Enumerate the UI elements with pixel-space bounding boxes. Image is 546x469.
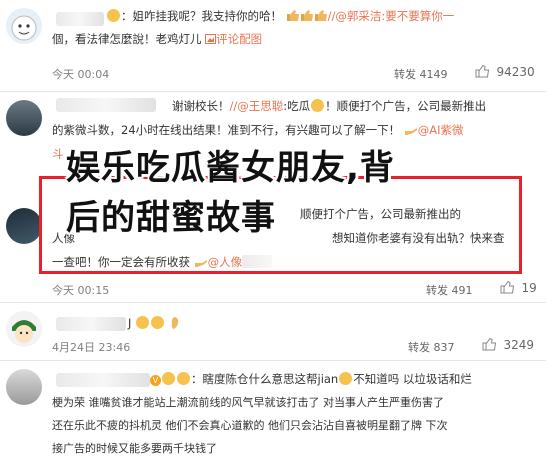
like-count: 94230 — [496, 65, 535, 79]
image-icon — [205, 34, 217, 44]
like-icon — [475, 64, 490, 78]
verified-badge-icon: V — [150, 375, 161, 386]
like-button[interactable]: 19 — [500, 280, 537, 295]
mention-link[interactable]: @AI紫微 — [418, 123, 464, 137]
thumbs-up-emoji-icon — [314, 8, 328, 21]
avatar-cartoon-icon — [11, 15, 37, 41]
ear-emoji-icon — [171, 317, 178, 329]
username-blurred[interactable] — [56, 98, 156, 112]
like-button[interactable]: 94230 — [475, 64, 535, 79]
comment-text-line-4: 接广告的时候又能多要两千块钱了 — [52, 442, 217, 455]
like-count: 3249 — [503, 338, 535, 352]
emoji-icon — [136, 316, 150, 329]
avatar[interactable] — [6, 208, 42, 244]
timestamp: 今天 00:04 — [52, 68, 110, 81]
comment-text-line-1: V ：瞎度陈仓什么意思这帮jian 不知道吗 以垃圾话和烂 — [150, 369, 472, 390]
thumbs-up-emoji-icon — [300, 8, 314, 21]
timestamp: 4月24日 23:46 — [52, 341, 131, 354]
image-attachment-link[interactable]: 评论配图 — [205, 32, 262, 46]
emoji-icon — [177, 372, 190, 385]
timestamp: 今天 00:15 — [52, 284, 110, 297]
username-blurred[interactable] — [56, 12, 104, 26]
repost-count[interactable]: 转发 491 — [426, 282, 473, 298]
comment-text-line-2: 個，看法律怎麼說！老鸡灯儿 评论配图 — [52, 32, 263, 46]
comment-text-line-3: 还在乐此不疲的抖机灵 他们不会真心道歉的 他们只会沾沾自喜被明星翻了牌 下次 — [52, 419, 448, 432]
emoji-icon — [311, 99, 325, 112]
avatar[interactable] — [6, 100, 42, 136]
comment-text-line-2: 的紫微斗数，24小时在线出结果！准到不行，有兴趣可以了解一下！ @AI紫微 — [52, 122, 464, 137]
comment-text-line-2: 梗为荣 谁嘴贫谁才能站上潮流前线的风气早就该打击了 对当事人产生严重伤害了 — [52, 396, 444, 409]
username-blurred[interactable] — [56, 373, 150, 387]
mention-link[interactable]: //@王思聪 — [230, 99, 284, 113]
comment-5: V ：瞎度陈仓什么意思这帮jian 不知道吗 以垃圾话和烂 梗为荣 谁嘴贫谁才能站上… — [0, 361, 546, 469]
username-blurred[interactable] — [56, 317, 126, 331]
comment-1: ：姐咋挂我呢？我支持你的哈！ //@郭采洁:要不要算你一 個，看法律怎麼說！老鸡… — [0, 0, 546, 92]
avatar-cartoon-icon — [12, 320, 36, 343]
repost-count[interactable]: 转发 4149 — [394, 66, 448, 82]
emoji-icon — [162, 372, 175, 385]
comment-text-line-1: ：姐咋挂我呢？我支持你的哈！ //@郭采洁:要不要算你一 — [106, 6, 546, 27]
avatar[interactable] — [6, 8, 42, 44]
pointing-hand-emoji-icon — [404, 122, 418, 135]
comment-4: J 4月24日 23:46 转发 837 3249 — [0, 303, 546, 360]
emoji-icon — [339, 372, 353, 385]
like-button[interactable]: 3249 — [482, 337, 534, 352]
comment-text-line-1: 谢谢校长！//@王思聪:吃瓜 ！顺便打个广告，公司最新推出 — [172, 99, 487, 113]
repost-count[interactable]: 转发 837 — [408, 339, 455, 355]
comment-text-line-3: 斗 — [52, 147, 64, 161]
emoji-icon — [151, 316, 165, 329]
avatar[interactable] — [6, 311, 42, 347]
like-count: 19 — [521, 281, 537, 295]
headline-line-1: 娱乐吃瓜酱女朋友,背 — [66, 148, 395, 188]
thumbs-up-emoji-icon — [286, 8, 300, 21]
headline-line-2: 后的甜蜜故事 — [66, 198, 276, 238]
emoji-icon — [107, 9, 120, 22]
username-tail: J — [128, 313, 179, 334]
like-icon — [500, 280, 515, 294]
mention-link[interactable]: //@郭采洁:要不要算你一 — [328, 9, 455, 23]
like-icon — [482, 337, 497, 351]
avatar[interactable] — [6, 369, 42, 405]
